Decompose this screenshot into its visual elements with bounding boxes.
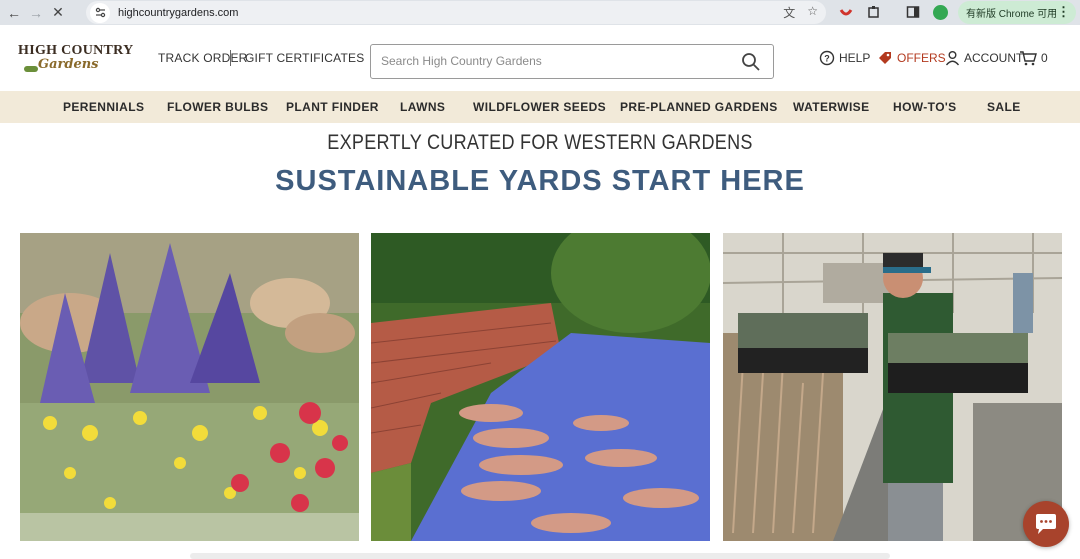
account-link[interactable]: ACCOUNT: [945, 50, 1023, 66]
puzzle-icon[interactable]: [866, 4, 882, 20]
offers-label: OFFERS: [897, 51, 946, 65]
user-icon: [945, 51, 960, 66]
hero-headline: SUSTAINABLE YARDS START HERE: [275, 165, 805, 197]
svg-text:?: ?: [824, 54, 830, 64]
bottom-scroll-shadow: [190, 553, 890, 559]
chrome-update-button[interactable]: 有新版 Chrome 可用 ⋮: [958, 1, 1076, 24]
nav-lawns[interactable]: LAWNS: [400, 100, 445, 114]
bookmark-star-icon[interactable]: ☆: [807, 4, 818, 21]
tag-icon: [879, 52, 891, 64]
logo-bottom-text: Gardens: [38, 57, 99, 72]
nav-wildflower-seeds[interactable]: WILDFLOWER SEEDS: [473, 100, 606, 114]
hero-eyebrow: EXPERTLY CURATED FOR WESTERN GARDENS: [327, 131, 753, 154]
chat-bubble-icon: [1036, 514, 1056, 534]
logo-leaf-icon: [24, 66, 38, 72]
nav-waterwise[interactable]: WATERWISE: [793, 100, 870, 114]
search-input[interactable]: [381, 54, 721, 68]
chat-button[interactable]: [1023, 501, 1069, 547]
nav-sale[interactable]: SALE: [987, 100, 1021, 114]
cart-link[interactable]: 0: [1019, 50, 1048, 66]
header-divider: [230, 50, 231, 66]
search-box: [370, 44, 774, 79]
stop-icon[interactable]: ✕: [47, 2, 69, 24]
category-nav: PERENNIALS FLOWER BULBS PLANT FINDER LAW…: [0, 91, 1080, 123]
help-link[interactable]: ? HELP: [819, 50, 870, 66]
greenhouse-grower-image: [723, 233, 1062, 541]
path-photo-card[interactable]: [371, 233, 710, 541]
nav-flower-bulbs[interactable]: FLOWER BULBS: [167, 100, 268, 114]
offers-link[interactable]: OFFERS: [877, 50, 946, 66]
profile-icon[interactable]: [933, 5, 948, 20]
search-icon[interactable]: [741, 52, 761, 72]
extension-icon[interactable]: [838, 4, 854, 20]
update-label: 有新版 Chrome 可用: [966, 9, 1058, 20]
garden-photo-card[interactable]: [20, 233, 359, 541]
help-label: HELP: [839, 51, 871, 65]
track-order-link[interactable]: TRACK ORDER: [158, 51, 248, 65]
greenhouse-photo-card[interactable]: [723, 233, 1062, 541]
site-logo[interactable]: HIGH COUNTRY Gardens: [18, 43, 133, 79]
cart-count: 0: [1041, 51, 1048, 65]
back-icon[interactable]: ←: [3, 2, 25, 24]
gift-certificates-link[interactable]: GIFT CERTIFICATES: [245, 51, 364, 65]
site-info-icon[interactable]: [90, 2, 110, 23]
nav-pre-planned-gardens[interactable]: PRE-PLANNED GARDENS: [620, 100, 778, 114]
nav-plant-finder[interactable]: PLANT FINDER: [286, 100, 379, 114]
account-label: ACCOUNT: [964, 51, 1024, 65]
url-text[interactable]: highcountrygardens.com: [118, 7, 238, 19]
address-bar[interactable]: highcountrygardens.com 文 ☆: [86, 1, 826, 24]
cart-icon: [1020, 51, 1037, 66]
forward-icon[interactable]: →: [25, 2, 47, 24]
sidebar-icon[interactable]: [905, 4, 921, 20]
stone-path-image: [371, 233, 710, 541]
flower-garden-image: [20, 233, 359, 541]
menu-dots-icon[interactable]: ⋮: [1057, 4, 1070, 20]
translate-icon[interactable]: 文: [783, 4, 795, 21]
nav-perennials[interactable]: PERENNIALS: [63, 100, 144, 114]
help-icon: ?: [819, 50, 835, 66]
nav-how-tos[interactable]: HOW-TO'S: [893, 100, 957, 114]
